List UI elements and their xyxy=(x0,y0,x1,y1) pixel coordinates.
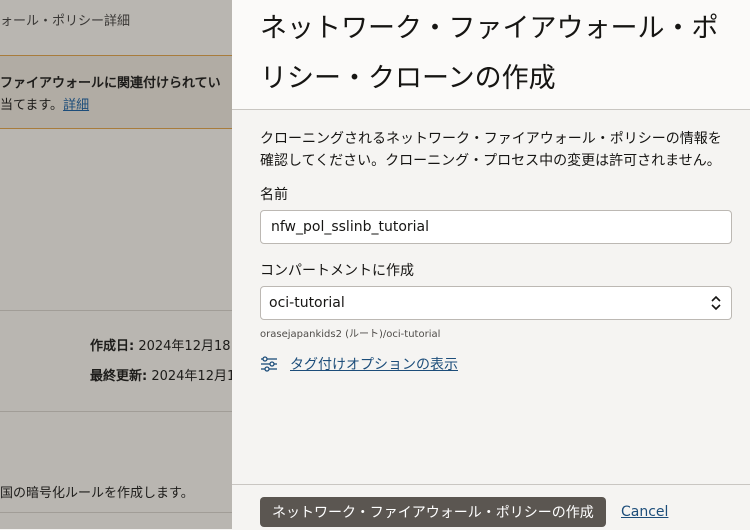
intro-text: クローニングされるネットワーク・ファイアウォール・ポリシーの情報を確認してくださ… xyxy=(260,131,722,169)
chevron-up-down-icon xyxy=(711,295,721,311)
info-banner: ファイアウォールに関連付けられてい 当てます。詳細 xyxy=(0,55,232,129)
updated-value: 2024年12月1 xyxy=(151,369,232,384)
policy-info-section: 作成日: 2024年12月18 最終更新: 2024年12月1 xyxy=(0,310,232,412)
drawer-title: ネットワーク・ファイアウォール・ポリシー・クローンの作成 xyxy=(260,13,719,94)
banner-text-line1: ファイアウォールに関連付けられてい xyxy=(0,76,221,91)
divider xyxy=(0,512,232,513)
drawer-footer: ネットワーク・ファイアウォール・ポリシーの作成 Cancel xyxy=(232,484,750,530)
drawer-header: ネットワーク・ファイアウォール・ポリシー・クローンの作成 xyxy=(232,0,750,110)
created-value: 2024年12月18 xyxy=(138,339,231,354)
created-label: 作成日: xyxy=(90,339,135,354)
compartment-select[interactable]: oci-tutorial xyxy=(260,286,732,320)
compartment-select-value: oci-tutorial xyxy=(269,295,345,311)
create-policy-button[interactable]: ネットワーク・ファイアウォール・ポリシーの作成 xyxy=(260,497,606,527)
created-row: 作成日: 2024年12月18 xyxy=(90,335,231,354)
name-input-value: nfw_pol_sslinb_tutorial xyxy=(271,219,430,235)
banner-text: 当てます。 xyxy=(0,98,64,113)
breadcrumb: ォール・ポリシー詳細 xyxy=(0,14,131,29)
banner-text-line2: 当てます。詳細 xyxy=(0,94,89,113)
background-description: 国の暗号化ルールを作成します。 xyxy=(0,486,194,501)
sliders-icon xyxy=(261,356,277,372)
tag-options-row: タグ付けオプションの表示 xyxy=(260,354,732,374)
updated-label: 最終更新: xyxy=(90,369,148,384)
name-label: 名前 xyxy=(260,187,288,203)
compartment-label: コンパートメントに作成 xyxy=(260,263,414,279)
show-tagging-options-link[interactable]: タグ付けオプションの表示 xyxy=(290,354,458,374)
drawer-body: クローニングされるネットワーク・ファイアウォール・ポリシーの情報を確認してくださ… xyxy=(260,128,732,374)
cancel-link[interactable]: Cancel xyxy=(621,504,668,520)
compartment-path-hint: orasejapankids2 (ルート)/oci-tutorial xyxy=(260,329,441,340)
updated-row: 最終更新: 2024年12月1 xyxy=(90,365,232,384)
background-page: ォール・ポリシー詳細 ファイアウォールに関連付けられてい 当てます。詳細 作成日… xyxy=(0,0,232,529)
banner-details-link[interactable]: 詳細 xyxy=(63,98,89,113)
name-input[interactable]: nfw_pol_sslinb_tutorial xyxy=(260,210,732,244)
clone-policy-drawer: ネットワーク・ファイアウォール・ポリシー・クローンの作成 クローニングされるネッ… xyxy=(232,0,750,530)
